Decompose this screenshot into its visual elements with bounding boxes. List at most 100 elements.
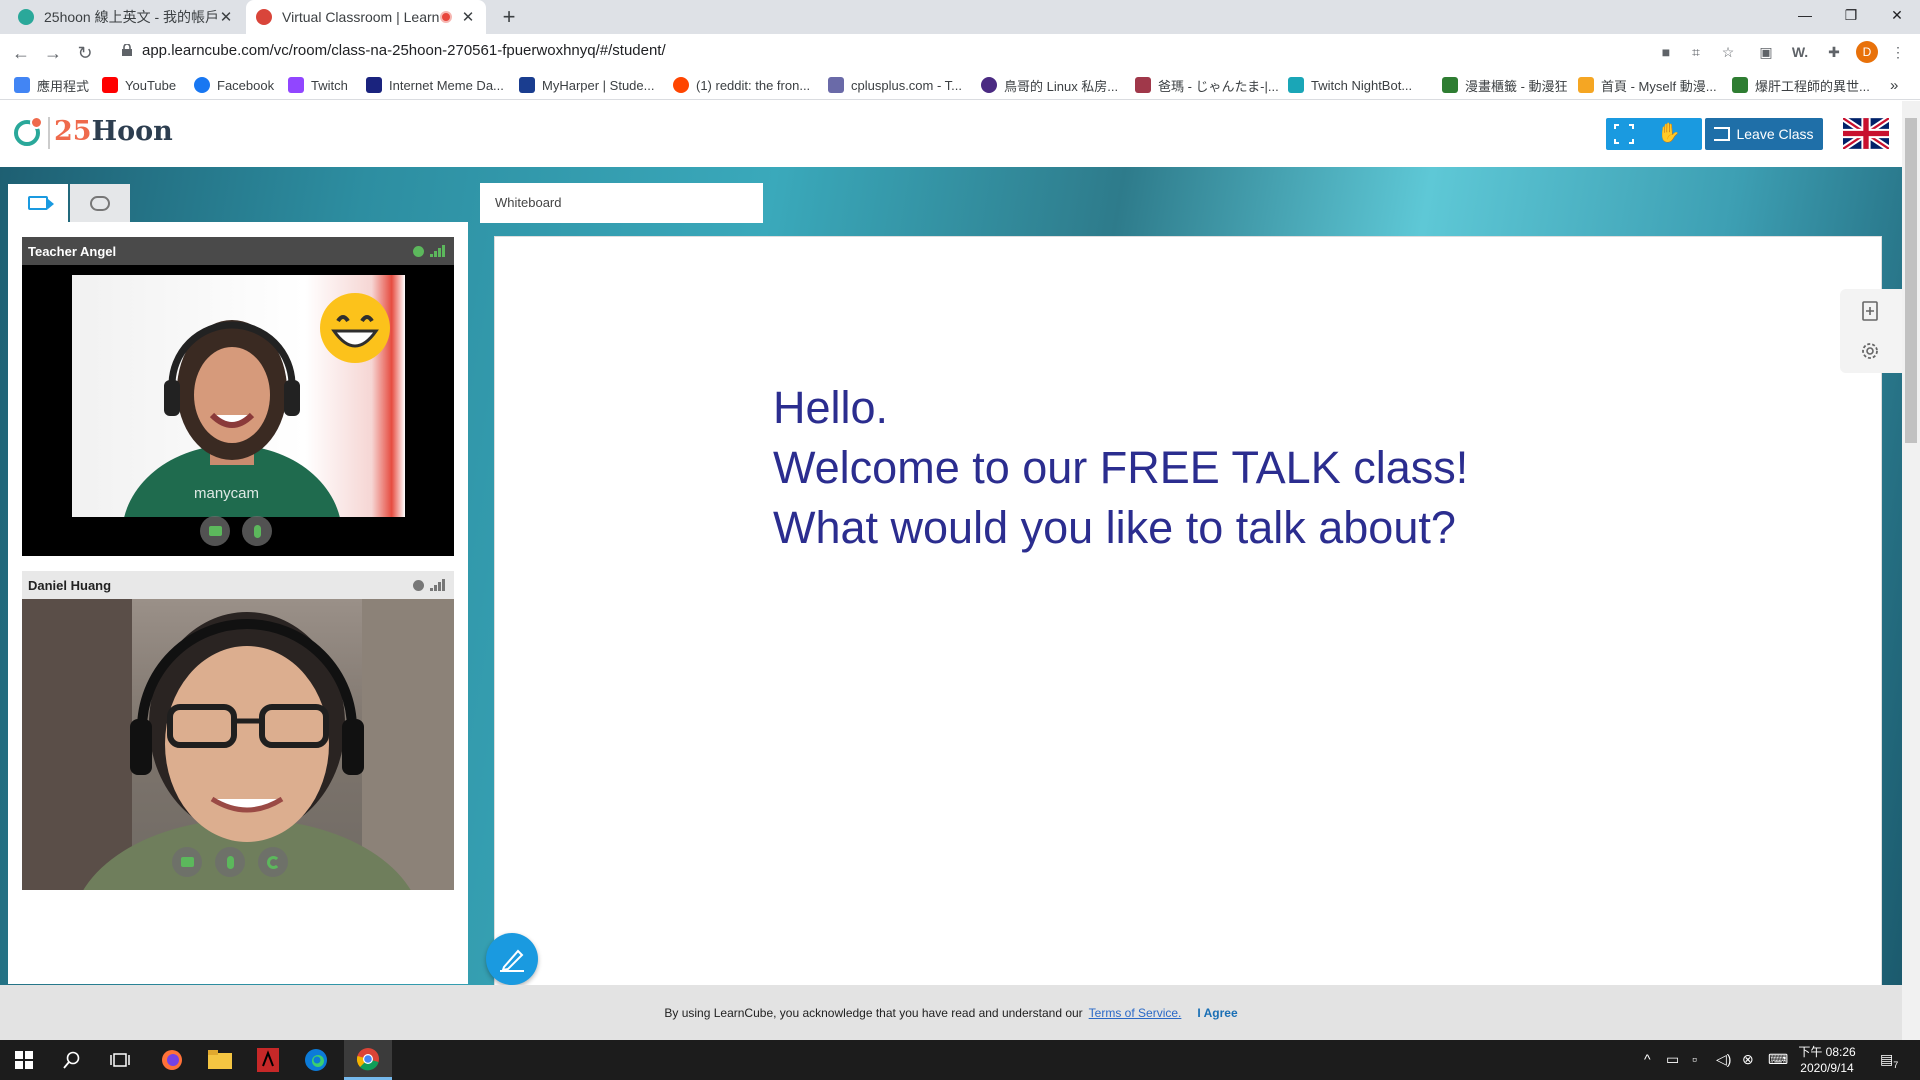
notification-count: 7 [1893,1059,1899,1070]
restore-button[interactable]: ❐ [1828,0,1874,30]
tray-app-icon[interactable]: ⊗ [1742,1051,1754,1068]
manycam-watermark: manycam [194,485,260,502]
wordpress-extension-icon[interactable]: W. [1790,42,1810,62]
gear-icon[interactable] [1858,339,1882,363]
reload-button[interactable]: ↻ [72,40,98,66]
logo[interactable]: 25Hoon [54,116,173,147]
fullscreen-icon[interactable] [1613,123,1635,145]
windows-logo-icon [15,1051,33,1069]
search-button[interactable] [48,1040,96,1080]
bookmark-youtube[interactable]: YouTube [102,74,176,96]
close-tab-icon[interactable]: ✕ [460,8,476,26]
ime-icon[interactable]: ⌨ [1768,1051,1788,1068]
uk-flag-icon[interactable] [1843,118,1889,149]
toggle-camera-button[interactable] [172,847,202,877]
switch-camera-button[interactable] [258,847,288,877]
cookie-banner: By using LearnCube, you acknowledge that… [0,985,1902,1040]
close-window-button[interactable]: ✕ [1874,0,1920,30]
taskbar-chrome[interactable] [344,1040,392,1080]
bookmark-twitch[interactable]: Twitch [288,74,348,96]
bookmark-myharper[interactable]: MyHarper | Stude... [519,74,654,96]
bookmark-star-icon[interactable]: ☆ [1718,42,1738,62]
browser-tab-virtual-classroom[interactable]: Virtual Classroom | LearnCu ✕ [246,0,486,34]
bookmark-cplusplus[interactable]: cplusplus.com - T... [828,74,962,96]
start-button[interactable] [0,1040,48,1080]
close-tab-icon[interactable]: ✕ [218,8,234,26]
youtube-icon [102,77,118,93]
participant-name-bar: Teacher Angel [22,237,454,265]
tab-video[interactable] [8,184,68,222]
taskbar-firefox[interactable] [148,1040,196,1080]
meme-database-icon [366,77,382,93]
bookmark-linux[interactable]: 鳥哥的 Linux 私房... [981,74,1118,96]
bookmark-facebook[interactable]: Facebook [194,74,274,96]
myself-icon [1578,77,1594,93]
taskbar-edge[interactable] [292,1040,340,1080]
forward-button[interactable]: → [40,40,66,66]
task-view-icon [110,1053,130,1067]
whiteboard-canvas[interactable] [494,236,1882,986]
toggle-camera-button[interactable] [200,516,230,546]
participant-name: Daniel Huang [28,577,112,593]
terms-of-service-link[interactable]: Terms of Service. [1089,1006,1182,1020]
bookmark-comic[interactable]: 漫畫櫃籤 - 動漫狂 [1442,74,1568,96]
agree-button[interactable]: I Agree [1197,1006,1237,1020]
participant-name-bar: Daniel Huang [22,571,454,599]
logo-dot-icon [30,116,43,129]
network-icon[interactable]: ▫ [1692,1051,1697,1067]
bookmark-apps[interactable]: 應用程式 [14,74,89,96]
extensions-puzzle-icon[interactable]: ✚ [1824,42,1844,62]
taskbar-app-red[interactable] [244,1040,292,1080]
translate-icon[interactable]: ⌗ [1686,42,1706,62]
system-clock[interactable]: 下午 08:26 2020/9/14 [1790,1044,1864,1076]
draw-tool-button[interactable] [486,933,538,985]
teacher-video-tile: Teacher Angel manycam [22,237,454,556]
bookmark-engineer[interactable]: 爆肝工程師的異世... [1732,74,1870,96]
minimize-button[interactable]: — [1782,0,1828,30]
refresh-icon [266,855,280,869]
participant-name: Teacher Angel [28,243,117,259]
cookie-text: By using LearnCube, you acknowledge that… [664,1005,1083,1020]
leave-class-button[interactable]: Leave Class [1705,118,1823,150]
volume-icon[interactable]: ◁) [1716,1051,1731,1068]
new-tab-button[interactable]: + [496,4,522,30]
teacher-camera-feed: manycam [72,275,405,517]
task-view-button[interactable] [96,1040,144,1080]
show-hidden-icons-icon[interactable]: ^ [1644,1051,1651,1067]
more-bookmarks-icon[interactable]: » [1890,74,1898,96]
add-page-icon[interactable] [1858,299,1882,323]
notification-center-icon[interactable]: ▤7 [1880,1051,1898,1070]
pencil-icon [500,949,524,972]
bookmark-nightbot[interactable]: Twitch NightBot... [1288,74,1412,96]
red-app-icon [257,1048,279,1072]
taskbar-file-explorer[interactable] [196,1040,244,1080]
browser-tab-25hoon[interactable]: 25hoon 線上英文 - 我的帳戶 My ✕ [8,0,244,34]
toggle-mic-button[interactable] [242,516,272,546]
signal-strength-icon [430,245,446,257]
bookmark-reddit[interactable]: (1) reddit: the fron... [673,74,810,96]
harper-icon [519,77,535,93]
linux-site-icon [981,77,997,93]
extension-icon[interactable]: ▣ [1756,42,1776,62]
clock-time: 下午 08:26 [1798,1045,1856,1059]
bookmark-meme-database[interactable]: Internet Meme Da... [366,74,504,96]
microphone-icon [253,524,261,538]
signal-strength-icon [430,579,446,591]
bookmark-jantama[interactable]: 爸瑪 - じゃんたま-|... [1135,74,1279,96]
tab-chat[interactable] [70,184,130,222]
profile-avatar[interactable]: D [1856,41,1878,63]
chrome-menu-icon[interactable]: ⋮ [1888,42,1908,62]
toggle-mic-button[interactable] [215,847,245,877]
whiteboard-line: Hello. [773,382,889,433]
reddit-icon [673,77,689,93]
bookmark-myself[interactable]: 首頁 - Myself 動漫... [1578,74,1717,96]
tab-title: Virtual Classroom | LearnCu [282,9,440,25]
tab-whiteboard[interactable]: Whiteboard [480,183,763,223]
scrollbar-thumb[interactable] [1905,118,1917,443]
jantama-icon [1135,77,1151,93]
camera-in-use-icon[interactable]: ■ [1656,42,1676,62]
raise-hand-icon[interactable]: ✋ [1656,121,1682,147]
battery-icon[interactable]: ▭ [1666,1051,1679,1068]
back-button[interactable]: ← [8,40,34,66]
logo-divider [48,117,50,149]
